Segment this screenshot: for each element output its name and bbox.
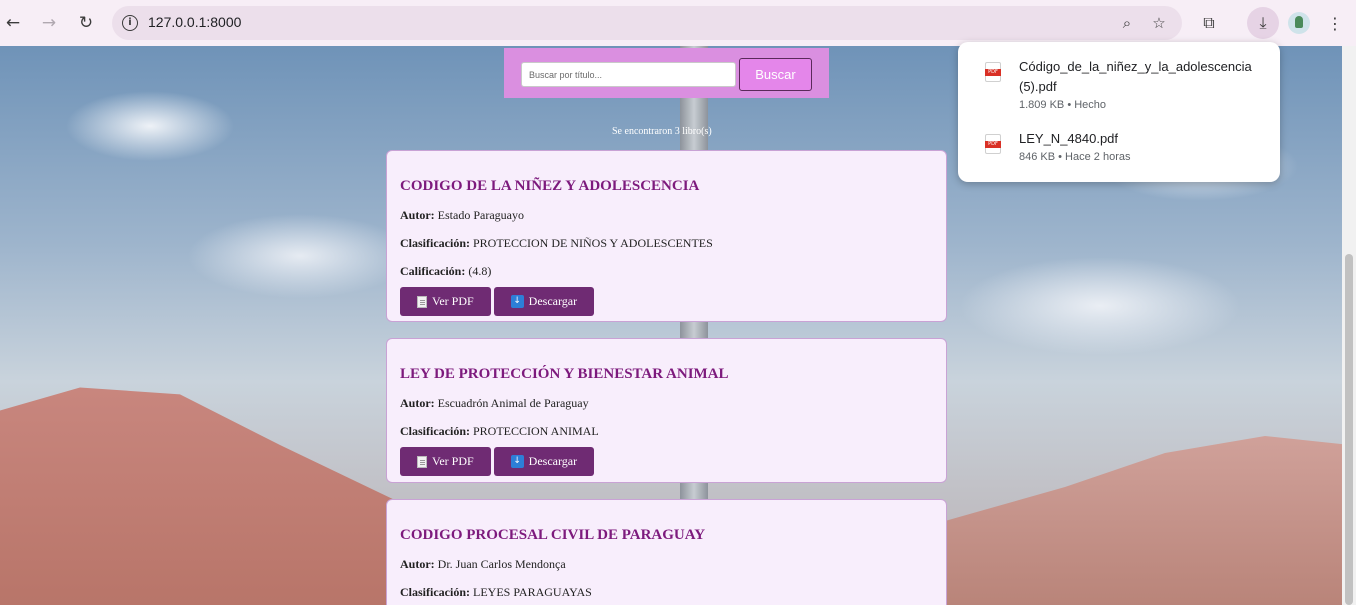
- rating-label: Calificación:: [400, 264, 466, 278]
- book-classification: PROTECCION DE NIÑOS Y ADOLESCENTES: [473, 236, 713, 250]
- book-title: CODIGO PROCESAL CIVIL DE PARAGUAY: [400, 527, 706, 543]
- book-author: Dr. Juan Carlos Mendonça: [437, 557, 566, 571]
- download-button[interactable]: ↓ Descargar: [493, 447, 595, 476]
- download-button[interactable]: ↓ Descargar: [493, 287, 595, 316]
- download-item[interactable]: Código_de_la_niñez_y_la_adolescencia (5)…: [958, 57, 1280, 115]
- book-author: Escuadrón Animal de Paraguay: [437, 396, 589, 410]
- result-count: Se encontraron 3 libro(s): [612, 126, 712, 137]
- pdf-file-icon: [985, 62, 1001, 82]
- book-classification: LEYES PARAGUAYAS: [473, 585, 592, 599]
- book-author-row: Autor: Dr. Juan Carlos Mendonça: [400, 557, 933, 572]
- back-arrow-icon[interactable]: ←: [1, 11, 25, 35]
- author-label: Autor:: [400, 396, 435, 410]
- profile-avatar[interactable]: [1288, 12, 1310, 34]
- classification-label: Clasificación:: [400, 424, 470, 438]
- downloads-icon[interactable]: ⤓: [1247, 7, 1279, 39]
- downloads-bubble: Código_de_la_niñez_y_la_adolescencia (5)…: [958, 42, 1280, 182]
- bookmark-star-icon[interactable]: ☆: [1149, 13, 1169, 33]
- download-file-name[interactable]: Código_de_la_niñez_y_la_adolescencia (5)…: [1019, 57, 1259, 97]
- book-card: CODIGO DE LA NIÑEZ Y ADOLESCENCIA Autor:…: [386, 150, 947, 322]
- download-arrow-icon: ↓: [510, 295, 524, 308]
- download-label: Descargar: [528, 294, 578, 308]
- book-title: LEY DE PROTECCIÓN Y BIENESTAR ANIMAL: [400, 366, 729, 382]
- view-pdf-label: Ver PDF: [432, 294, 474, 308]
- download-file-meta: 1.809 KB • Hecho: [1019, 99, 1107, 111]
- url-text[interactable]: 127.0.0.1:8000: [148, 14, 241, 30]
- download-file-meta: 846 KB • Hace 2 horas: [1019, 151, 1131, 163]
- book-classification-row: Clasificación: PROTECCION ANIMAL: [400, 424, 933, 439]
- background-building-left: [0, 387, 400, 605]
- book-classification: PROTECCION ANIMAL: [473, 424, 599, 438]
- book-actions: Ver PDF ↓ Descargar: [400, 287, 933, 316]
- classification-label: Clasificación:: [400, 585, 470, 599]
- book-actions: Ver PDF ↓ Descargar: [400, 447, 933, 476]
- extensions-puzzle-icon[interactable]: ⧉: [1196, 10, 1222, 36]
- view-pdf-label: Ver PDF: [432, 454, 474, 468]
- book-card: LEY DE PROTECCIÓN Y BIENESTAR ANIMAL Aut…: [386, 338, 947, 483]
- search-panel: Buscar: [504, 48, 829, 98]
- classification-label: Clasificación:: [400, 236, 470, 250]
- document-icon: [417, 455, 427, 468]
- pdf-file-icon: [985, 134, 1001, 154]
- download-label: Descargar: [528, 454, 578, 468]
- book-rating-row: Calificación: (4.8): [400, 264, 933, 279]
- book-author-row: Autor: Estado Paraguayo: [400, 208, 933, 223]
- browser-toolbar: ← → ↻ i 127.0.0.1:8000 ⌕ ☆ ⧉ ⤓ ⋮: [0, 0, 1356, 46]
- search-button[interactable]: Buscar: [739, 58, 812, 91]
- book-author-row: Autor: Escuadrón Animal de Paraguay: [400, 396, 933, 411]
- author-label: Autor:: [400, 208, 435, 222]
- book-rating: (4.8): [468, 264, 492, 278]
- author-label: Autor:: [400, 557, 435, 571]
- zoom-icon[interactable]: ⌕: [1117, 13, 1137, 33]
- view-pdf-button[interactable]: Ver PDF: [400, 447, 491, 476]
- page-scrollbar[interactable]: [1342, 46, 1356, 605]
- download-item[interactable]: LEY_N_4840.pdf 846 KB • Hace 2 horas: [958, 129, 1280, 169]
- book-author: Estado Paraguayo: [437, 208, 524, 222]
- forward-arrow-icon[interactable]: →: [37, 11, 61, 35]
- download-file-name[interactable]: LEY_N_4840.pdf: [1019, 129, 1259, 149]
- scrollbar-thumb[interactable]: [1345, 254, 1353, 605]
- document-icon: [417, 295, 427, 308]
- site-info-icon[interactable]: i: [122, 15, 138, 31]
- book-title: CODIGO DE LA NIÑEZ Y ADOLESCENCIA: [400, 178, 700, 194]
- kebab-menu-icon[interactable]: ⋮: [1322, 10, 1348, 36]
- reload-icon[interactable]: ↻: [74, 11, 98, 35]
- book-classification-row: Clasificación: PROTECCION DE NIÑOS Y ADO…: [400, 236, 933, 251]
- book-card: CODIGO PROCESAL CIVIL DE PARAGUAY Autor:…: [386, 499, 947, 605]
- view-pdf-button[interactable]: Ver PDF: [400, 287, 491, 316]
- search-input[interactable]: [521, 62, 736, 87]
- background-building-right: [945, 436, 1342, 605]
- book-classification-row: Clasificación: LEYES PARAGUAYAS: [400, 585, 933, 600]
- download-arrow-icon: ↓: [510, 455, 524, 468]
- address-bar[interactable]: i 127.0.0.1:8000 ⌕ ☆: [112, 6, 1182, 40]
